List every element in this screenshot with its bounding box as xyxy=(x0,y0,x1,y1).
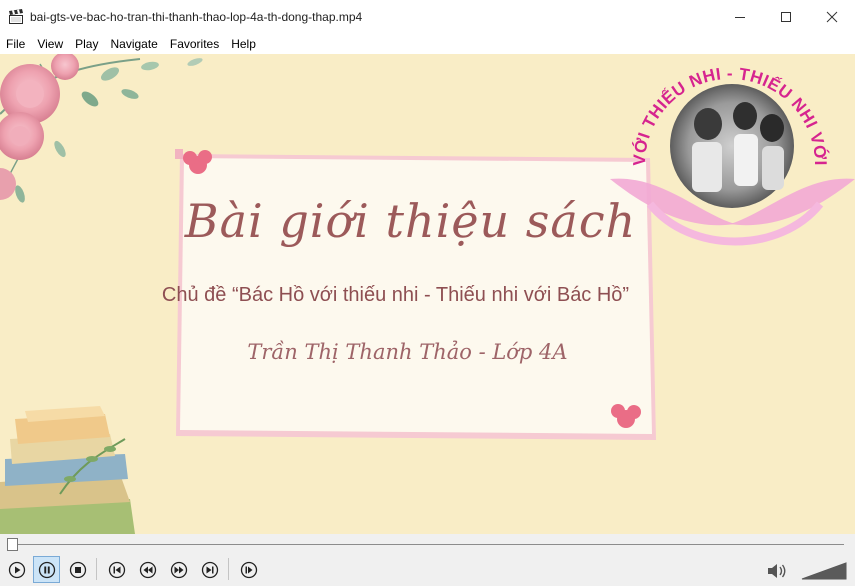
window-title: bai-gts-ve-bac-ho-tran-thi-thanh-thao-lo… xyxy=(30,9,363,24)
frame-step-button[interactable] xyxy=(235,556,262,583)
minimize-icon xyxy=(735,16,745,18)
separator xyxy=(96,558,97,580)
maximize-button[interactable] xyxy=(763,0,809,33)
play-icon xyxy=(8,561,25,578)
pause-icon xyxy=(38,561,55,578)
rewind-button[interactable] xyxy=(134,556,161,583)
menu-help[interactable]: Help xyxy=(225,37,262,51)
seek-thumb[interactable] xyxy=(7,538,18,551)
fast-forward-button[interactable] xyxy=(165,556,192,583)
menu-favorites[interactable]: Favorites xyxy=(164,37,225,51)
slide-topic: Chủ đề “Bác Hồ với thiếu nhi - Thiếu nhi… xyxy=(161,284,630,306)
maximize-icon xyxy=(781,11,791,22)
rewind-icon xyxy=(139,561,156,578)
menu-file[interactable]: File xyxy=(0,37,31,51)
menu-navigate[interactable]: Navigate xyxy=(104,37,163,51)
menu-bar: File View Play Navigate Favorites Help xyxy=(0,33,855,54)
title-bar: bai-gts-ve-bac-ho-tran-thi-thanh-thao-lo… xyxy=(0,0,855,33)
close-icon xyxy=(826,11,838,22)
stop-icon xyxy=(69,561,86,578)
film-clapper-icon xyxy=(9,8,23,24)
skip-forward-icon xyxy=(201,561,218,578)
volume-slider[interactable] xyxy=(800,559,848,581)
skip-forward-button[interactable] xyxy=(196,556,223,583)
speaker-icon[interactable] xyxy=(766,562,788,580)
window-controls xyxy=(717,0,855,33)
skip-back-button[interactable] xyxy=(103,556,130,583)
fast-forward-icon xyxy=(170,561,187,578)
slide-title: Bài giới thiệu sách xyxy=(184,194,637,248)
seek-track[interactable] xyxy=(12,544,844,545)
minimize-button[interactable] xyxy=(717,0,763,33)
book-stack-decoration xyxy=(0,406,135,534)
menu-view[interactable]: View xyxy=(31,37,69,51)
frame-step-icon xyxy=(240,561,257,578)
flower-decoration xyxy=(0,54,203,203)
video-frame[interactable]: BÁC HỒ VỚI THIẾU NHI - THIẾU NHI VỚI BÁC… xyxy=(0,54,855,534)
skip-back-icon xyxy=(108,561,125,578)
close-button[interactable] xyxy=(809,0,855,33)
play-button[interactable] xyxy=(3,556,30,583)
seek-bar[interactable] xyxy=(0,534,855,554)
pause-button[interactable] xyxy=(33,556,60,583)
slide-author: Trần Thị Thanh Thảo - Lớp 4A xyxy=(247,340,568,364)
transport-controls xyxy=(0,554,855,586)
stop-button[interactable] xyxy=(64,556,91,583)
separator xyxy=(228,558,229,580)
menu-play[interactable]: Play xyxy=(69,37,104,51)
